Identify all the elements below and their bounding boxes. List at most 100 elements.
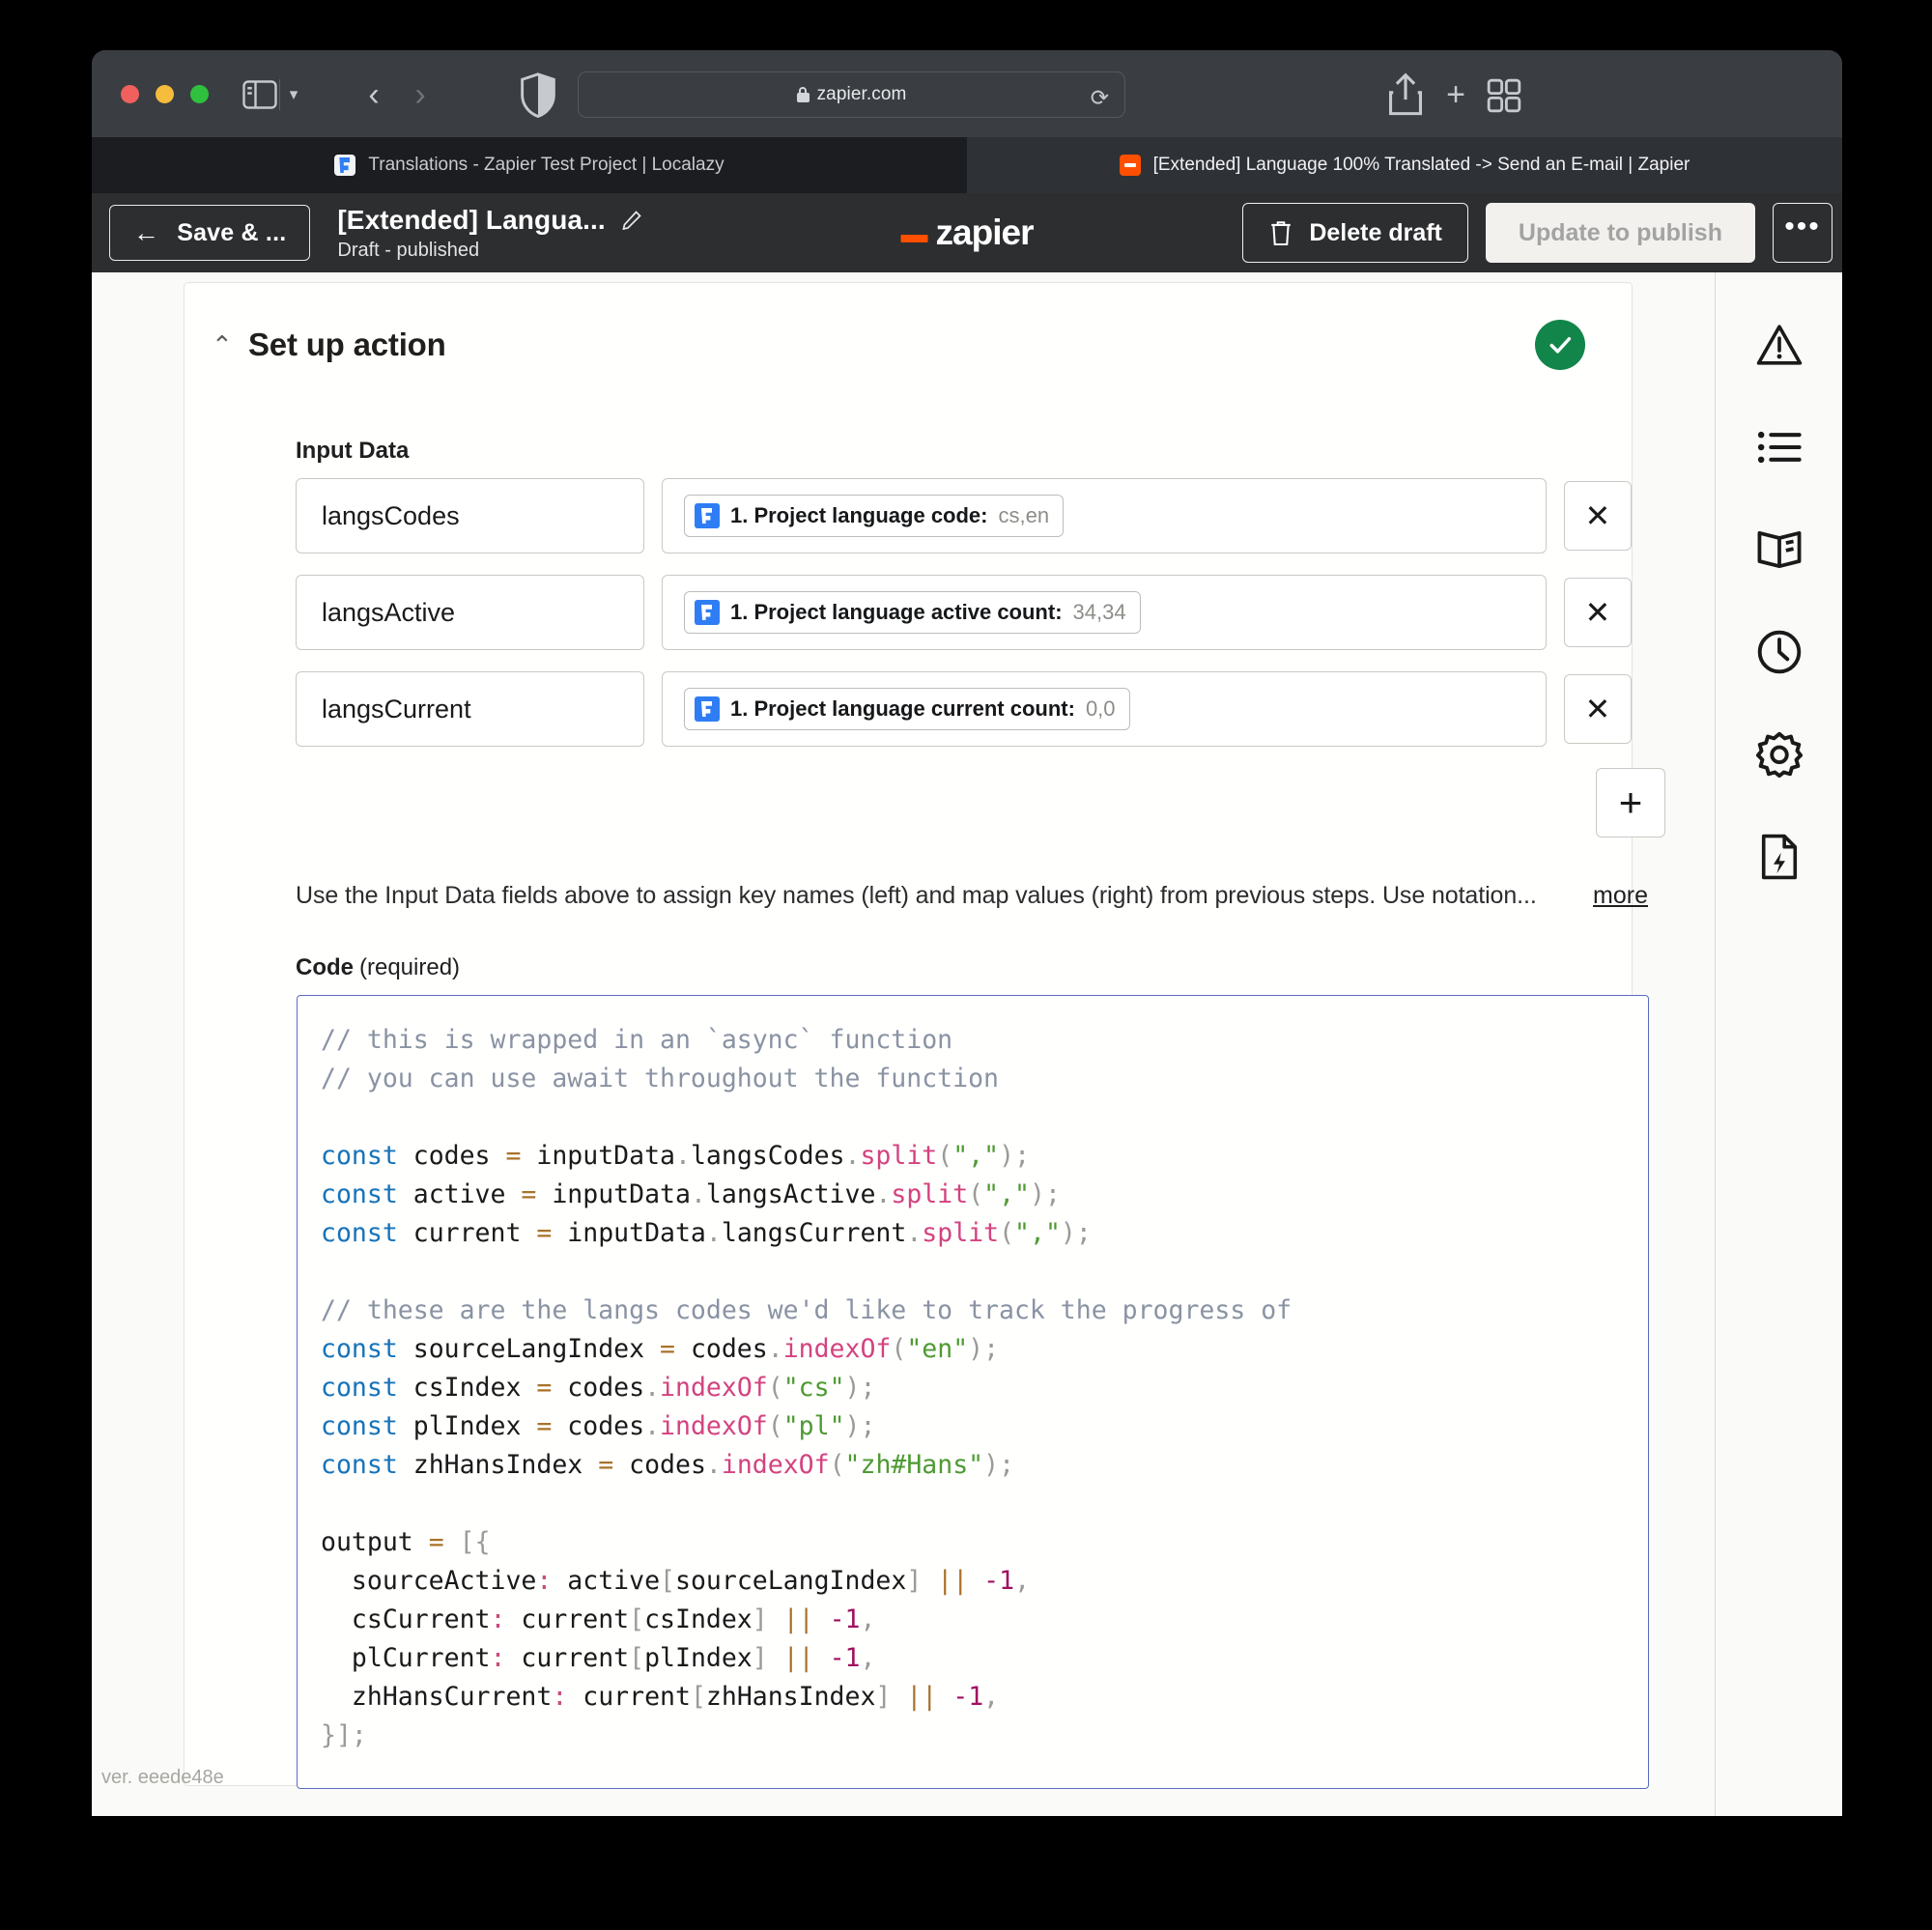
code-line: // you can use await throughout the func… xyxy=(321,1064,999,1093)
mapped-value-token[interactable]: 1. Project language code: cs,en xyxy=(683,495,1065,537)
document-lightning-icon[interactable] xyxy=(1753,831,1805,883)
more-options-button[interactable]: ••• xyxy=(1773,203,1833,263)
update-to-publish-button[interactable]: Update to publish xyxy=(1485,203,1755,263)
minimize-window-button[interactable] xyxy=(156,85,174,103)
key-input[interactable]: langsCodes xyxy=(296,478,644,553)
add-input-row-button[interactable]: + xyxy=(1596,768,1665,837)
localazy-icon xyxy=(694,503,720,528)
window-traffic-lights xyxy=(121,85,209,103)
token-label: 1. Project language current count: xyxy=(729,696,1075,721)
sidebar-icon[interactable] xyxy=(242,79,277,110)
code-field-label: Code (required) xyxy=(296,954,1632,981)
value-input[interactable]: 1. Project language active count: 34,34 xyxy=(661,575,1547,650)
remove-row-button[interactable]: ✕ xyxy=(1563,674,1632,744)
input-data-rows: langsCodes 1. Project language code: cs,… xyxy=(296,478,1632,747)
share-icon[interactable] xyxy=(1386,72,1425,116)
code-line: plCurrent: current[plIndex] || -1, xyxy=(321,1643,876,1673)
input-data-row: langsCurrent 1. Project language current… xyxy=(296,671,1632,747)
zap-title-block: [Extended] Langua... Draft - published xyxy=(337,205,641,262)
browser-tab-zapier[interactable]: [Extended] Language 100% Translated -> S… xyxy=(967,137,1842,193)
zapier-logo-text: zapier xyxy=(935,213,1035,252)
address-bar[interactable]: zapier.com ⟳ xyxy=(578,71,1125,118)
maximize-window-button[interactable] xyxy=(190,85,209,103)
zap-editor-body: ⌃ Set up action Input Data langsCodes 1.… xyxy=(92,272,1842,1816)
open-book-icon[interactable] xyxy=(1753,524,1805,576)
code-required-text: (required) xyxy=(359,954,461,980)
code-label-text: Code xyxy=(296,954,354,980)
browser-tab-localazy[interactable]: Translations - Zapier Test Project | Loc… xyxy=(92,137,967,193)
trash-icon xyxy=(1268,219,1293,246)
save-and-exit-button[interactable]: ← Save & ... xyxy=(109,205,311,261)
main-content-column: ⌃ Set up action Input Data langsCodes 1.… xyxy=(92,272,1716,1816)
gear-icon[interactable] xyxy=(1753,728,1805,781)
code-line: const current = inputData.langsCurrent.s… xyxy=(321,1218,1092,1248)
card-header: ⌃ Set up action xyxy=(185,283,1632,370)
header-actions: Delete draft Update to publish ••• xyxy=(1242,203,1842,263)
edit-pencil-icon[interactable] xyxy=(621,210,642,231)
toolbar-divider xyxy=(279,79,280,110)
url-text: zapier.com xyxy=(816,84,907,104)
value-input[interactable]: 1. Project language code: cs,en xyxy=(661,478,1547,553)
delete-draft-label: Delete draft xyxy=(1309,218,1442,246)
bulleted-list-icon[interactable] xyxy=(1753,421,1805,473)
code-line: const zhHansIndex = codes.indexOf("zh#Ha… xyxy=(321,1450,1015,1480)
browser-toolbar: ▾ ‹ › zapier.com ⟳ + xyxy=(92,50,1842,137)
token-label: 1. Project language code: xyxy=(729,503,988,527)
forward-arrow-icon[interactable]: › xyxy=(401,75,440,114)
code-line: csCurrent: current[csIndex] || -1, xyxy=(321,1604,876,1634)
remove-row-button[interactable]: ✕ xyxy=(1563,578,1632,647)
delete-draft-button[interactable]: Delete draft xyxy=(1242,203,1468,263)
code-line: const csIndex = codes.indexOf("cs"); xyxy=(321,1373,876,1403)
code-line: const plIndex = codes.indexOf("pl"); xyxy=(321,1411,876,1441)
localazy-icon xyxy=(694,696,720,722)
clock-icon[interactable] xyxy=(1753,626,1805,678)
zapier-icon xyxy=(1119,155,1141,176)
token-value: 34,34 xyxy=(1072,600,1126,624)
code-line: const codes = inputData.langsCodes.split… xyxy=(321,1141,1031,1171)
tab-title: Translations - Zapier Test Project | Loc… xyxy=(368,155,724,175)
token-value: 0,0 xyxy=(1085,696,1116,721)
mapped-value-token[interactable]: 1. Project language current count: 0,0 xyxy=(683,688,1130,730)
tab-title: [Extended] Language 100% Translated -> S… xyxy=(1152,155,1690,175)
zap-status-text: Draft - published xyxy=(337,239,480,261)
status-badge xyxy=(1535,320,1585,370)
privacy-shield-icon[interactable] xyxy=(519,72,557,119)
chevron-up-icon[interactable]: ⌃ xyxy=(212,332,241,357)
back-arrow-icon[interactable]: ‹ xyxy=(355,75,393,114)
code-line: }]; xyxy=(321,1720,367,1750)
close-window-button[interactable] xyxy=(121,85,139,103)
page-title: [Extended] Langua... xyxy=(337,204,606,235)
token-value: cs,en xyxy=(998,503,1050,527)
mapped-value-token[interactable]: 1. Project language active count: 34,34 xyxy=(683,591,1141,634)
key-input[interactable]: langsActive xyxy=(296,575,644,650)
value-input[interactable]: 1. Project language current count: 0,0 xyxy=(661,671,1547,747)
localazy-icon xyxy=(334,155,356,176)
content-divider xyxy=(1715,272,1716,1816)
tab-strip: Translations - Zapier Test Project | Loc… xyxy=(92,137,1842,193)
new-tab-button[interactable]: + xyxy=(1436,74,1475,115)
code-line: sourceActive: active[sourceLangIndex] ||… xyxy=(321,1566,1031,1596)
code-editor[interactable]: // this is wrapped in an `async` functio… xyxy=(297,995,1649,1789)
reload-icon[interactable]: ⟳ xyxy=(1091,85,1109,111)
set-up-action-card: ⌃ Set up action Input Data langsCodes 1.… xyxy=(184,282,1665,1789)
add-row-container: + xyxy=(296,768,1665,837)
input-data-row: langsCodes 1. Project language code: cs,… xyxy=(296,478,1632,553)
more-link[interactable]: more xyxy=(1593,882,1648,910)
chevron-down-icon[interactable]: ▾ xyxy=(281,81,306,108)
warning-triangle-icon[interactable] xyxy=(1753,319,1805,371)
code-line: // this is wrapped in an `async` functio… xyxy=(321,1025,953,1055)
code-line: const active = inputData.langsActive.spl… xyxy=(321,1179,1061,1209)
lock-icon xyxy=(796,87,810,102)
key-input[interactable]: langsCurrent xyxy=(296,671,644,747)
input-data-row: langsActive 1. Project language active c… xyxy=(296,575,1632,650)
browser-window: ▾ ‹ › zapier.com ⟳ + Translations - Zapi… xyxy=(92,50,1842,1816)
card-title: Set up action xyxy=(248,326,446,362)
zapier-logo: zapier xyxy=(900,213,1035,253)
code-line: output = [{ xyxy=(321,1527,491,1557)
right-sidebar xyxy=(1715,272,1842,1816)
zap-editor-header: ← Save & ... [Extended] Langua... Draft … xyxy=(92,193,1842,272)
tab-overview-icon[interactable] xyxy=(1486,77,1522,114)
remove-row-button[interactable]: ✕ xyxy=(1563,481,1632,551)
